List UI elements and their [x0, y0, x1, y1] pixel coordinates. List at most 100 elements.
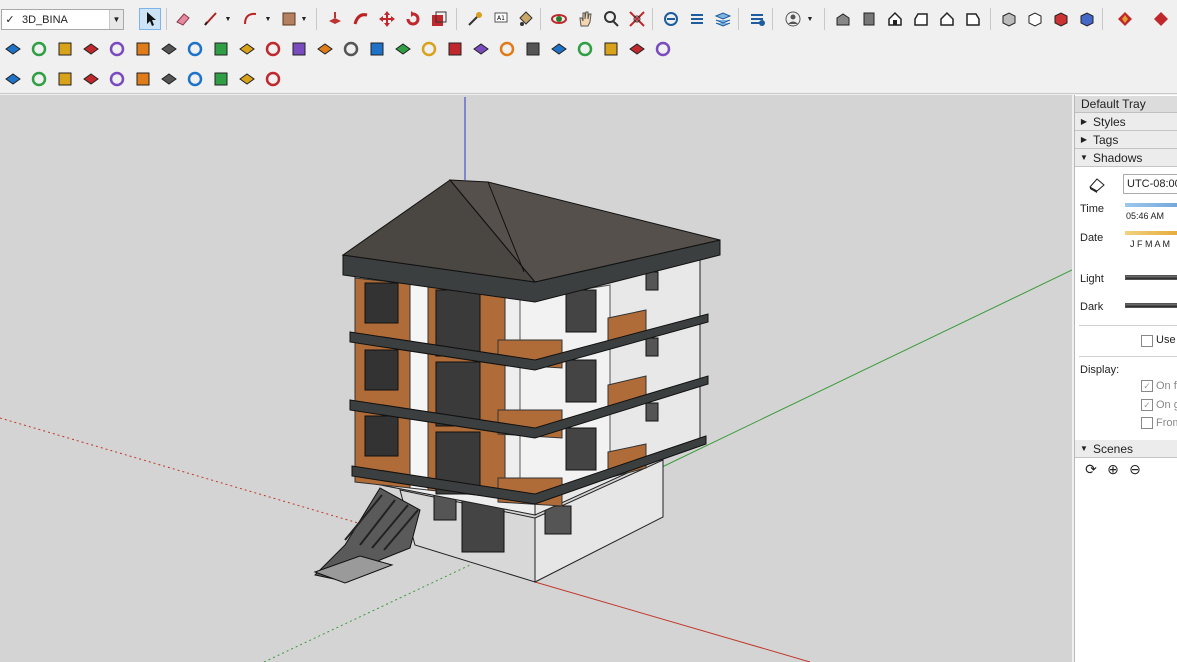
- remove-scene-icon[interactable]: ⊖: [1127, 461, 1143, 477]
- plugin-b-button[interactable]: [28, 38, 50, 60]
- top-view-button[interactable]: [858, 8, 880, 30]
- right-view-button[interactable]: [910, 8, 932, 30]
- rotate-tool-button[interactable]: [402, 8, 424, 30]
- scale-tool-button[interactable]: [428, 8, 450, 30]
- checker-icon-button[interactable]: [158, 68, 180, 90]
- plugin-r-button[interactable]: [444, 38, 466, 60]
- textured-style-button[interactable]: [1076, 8, 1098, 30]
- front-view-button[interactable]: [884, 8, 906, 30]
- plugin-red-diamond-button[interactable]: [1114, 8, 1136, 30]
- push-pull-tool-button[interactable]: [324, 8, 346, 30]
- plugin-u-button[interactable]: [522, 38, 544, 60]
- layers-button[interactable]: [712, 8, 734, 30]
- zoom-extents-tool-button[interactable]: [626, 8, 648, 30]
- model-viewport[interactable]: [0, 95, 1072, 662]
- shaded-style-button[interactable]: [1050, 8, 1072, 30]
- light-slider[interactable]: [1125, 275, 1177, 280]
- add-scene-icon[interactable]: ⊕: [1105, 461, 1121, 477]
- shadows-panel-header[interactable]: ▼ Shadows: [1075, 149, 1177, 167]
- terrain-icon-button[interactable]: [132, 68, 154, 90]
- pan-tool-button[interactable]: [574, 8, 596, 30]
- cursor-icon: [147, 12, 156, 26]
- hidden-line-style-button[interactable]: [1024, 8, 1046, 30]
- arc-tool-button[interactable]: [240, 8, 262, 30]
- share-model-button[interactable]: [746, 8, 768, 30]
- tags-panel-header[interactable]: ▶ Tags: [1075, 131, 1177, 149]
- left-view-button[interactable]: [962, 8, 984, 30]
- plugin-p-button[interactable]: [392, 38, 414, 60]
- move-tool-button[interactable]: [376, 8, 398, 30]
- tape-measure-tool-button[interactable]: [464, 8, 486, 30]
- pencil-tool-button[interactable]: [200, 8, 222, 30]
- dark-slider[interactable]: [1125, 303, 1177, 308]
- plugin-n-icon: [343, 41, 359, 57]
- plugin-h-button[interactable]: [184, 38, 206, 60]
- scenes-panel-header[interactable]: ▼ Scenes: [1075, 440, 1177, 458]
- paint-bucket-tool-button[interactable]: [514, 8, 536, 30]
- info-icon-button[interactable]: [262, 68, 284, 90]
- cloud-icon-button[interactable]: [184, 68, 206, 90]
- plugin-a-button[interactable]: [2, 38, 24, 60]
- account-button[interactable]: [782, 8, 804, 30]
- plugin-e-button[interactable]: [106, 38, 128, 60]
- plugin-red-arrow-button[interactable]: [1150, 8, 1172, 30]
- zoom-tool-button[interactable]: [600, 8, 622, 30]
- warehouse-button[interactable]: [660, 8, 682, 30]
- on-ground-checkbox[interactable]: ✓: [1141, 399, 1153, 411]
- plugin-o-icon: [370, 42, 384, 56]
- plugin-f-button[interactable]: [132, 38, 154, 60]
- plugin-x-button[interactable]: [600, 38, 622, 60]
- mail-icon-button[interactable]: [236, 68, 258, 90]
- plugin-d-button[interactable]: [80, 38, 102, 60]
- add-icon-button[interactable]: [80, 68, 102, 90]
- chevron-down-icon[interactable]: ▼: [109, 10, 123, 29]
- from-edges-checkbox[interactable]: [1141, 417, 1153, 429]
- back-view-button[interactable]: [936, 8, 958, 30]
- extension-warehouse-button[interactable]: [686, 8, 708, 30]
- timezone-select[interactable]: UTC-08:00: [1123, 174, 1177, 194]
- plugin-v-button[interactable]: [548, 38, 570, 60]
- settings-icon-button[interactable]: [210, 68, 232, 90]
- plugin-j-button[interactable]: [236, 38, 258, 60]
- follow-me-tool-button[interactable]: [350, 8, 372, 30]
- layers-panel-button[interactable]: [54, 68, 76, 90]
- plugin-l-button[interactable]: [288, 38, 310, 60]
- plugin-o-button[interactable]: [366, 38, 388, 60]
- date-slider[interactable]: [1125, 231, 1177, 235]
- model-canvas[interactable]: [0, 95, 1072, 662]
- refresh-scene-icon[interactable]: ⟳: [1083, 461, 1099, 477]
- plugin-i-button[interactable]: [210, 38, 232, 60]
- orbit-tool-button[interactable]: [548, 8, 570, 30]
- plugin-k-button[interactable]: [262, 38, 284, 60]
- select-tool-button[interactable]: [139, 8, 161, 30]
- xray-style-button[interactable]: [998, 8, 1020, 30]
- iso-view-button[interactable]: [832, 8, 854, 30]
- arc-dropdown[interactable]: ▼: [262, 8, 274, 30]
- rectangle-tool-button[interactable]: [278, 8, 300, 30]
- plugin-g-button[interactable]: [158, 38, 180, 60]
- eraser-tool-button[interactable]: [172, 8, 194, 30]
- tree-icon-button[interactable]: [106, 68, 128, 90]
- rectangle-icon: [282, 12, 296, 26]
- reload-button[interactable]: [28, 68, 50, 90]
- text-tool-button[interactable]: A1: [490, 8, 512, 30]
- on-faces-checkbox[interactable]: ✓: [1141, 380, 1153, 392]
- layer-dropdown[interactable]: ✓ 3D_BINA ▼: [1, 9, 124, 30]
- plugin-q-button[interactable]: [418, 38, 440, 60]
- time-slider[interactable]: [1125, 203, 1177, 207]
- plugin-n-button[interactable]: [340, 38, 362, 60]
- account-dropdown[interactable]: ▼: [804, 8, 816, 30]
- plugin-s-button[interactable]: [470, 38, 492, 60]
- shape-dropdown[interactable]: ▼: [298, 8, 310, 30]
- plugin-t-button[interactable]: [496, 38, 518, 60]
- plugin-z-button[interactable]: [652, 38, 674, 60]
- plugin-w-button[interactable]: [574, 38, 596, 60]
- pencil-dropdown[interactable]: ▼: [222, 8, 234, 30]
- plugin-c-button[interactable]: [54, 38, 76, 60]
- plugin-m-button[interactable]: [314, 38, 336, 60]
- shadow-toggle-button[interactable]: [1087, 175, 1107, 193]
- plugin-y-button[interactable]: [626, 38, 648, 60]
- use-sun-checkbox[interactable]: [1141, 335, 1153, 347]
- styles-panel-header[interactable]: ▶ Styles: [1075, 113, 1177, 131]
- extension-manager-button[interactable]: [2, 68, 24, 90]
